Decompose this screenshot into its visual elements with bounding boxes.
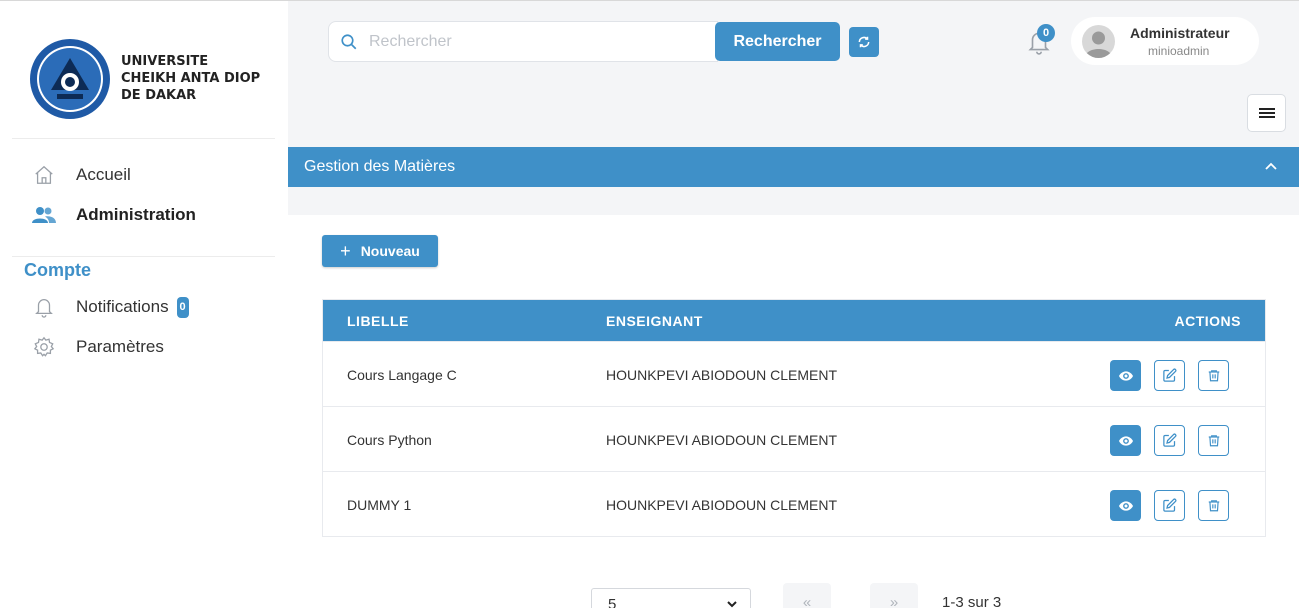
nav-label-parametres: Paramètres xyxy=(76,337,164,356)
user-name: Administrateur xyxy=(1130,25,1230,41)
section-title-compte: Compte xyxy=(24,260,91,280)
trash-icon xyxy=(1208,370,1219,382)
search-button[interactable]: Rechercher xyxy=(715,22,840,61)
hamburger-icon xyxy=(1258,108,1275,118)
edit-icon xyxy=(1163,368,1177,382)
home-icon xyxy=(32,163,56,187)
new-button[interactable]: + Nouveau xyxy=(322,235,438,267)
cell-enseignant: HOUNKPEVI ABIODOUN CLEMENT xyxy=(606,497,838,513)
trash-icon xyxy=(1208,435,1219,447)
table-row: Cours Python HOUNKPEVI ABIODOUN CLEMENT xyxy=(323,406,1265,471)
sidebar-divider xyxy=(12,256,275,257)
nav-item-accueil[interactable]: Accueil xyxy=(32,163,131,187)
delete-button[interactable] xyxy=(1198,360,1229,391)
view-button[interactable] xyxy=(1110,425,1141,456)
menu-button[interactable] xyxy=(1247,94,1286,132)
notification-count-badge: 0 xyxy=(1037,24,1055,42)
delete-button[interactable] xyxy=(1198,490,1229,521)
page-size-select[interactable]: 5 xyxy=(591,588,751,608)
nav-label-notifications: Notifications xyxy=(76,297,169,316)
nav-item-administration[interactable]: Administration xyxy=(32,203,196,227)
column-header-enseignant: ENSEIGNANT xyxy=(606,313,703,329)
edit-button[interactable] xyxy=(1154,425,1185,456)
cell-libelle: Cours Python xyxy=(347,432,432,448)
subjects-table: LIBELLE ENSEIGNANT ACTIONS Cours Langage… xyxy=(322,299,1266,537)
logo-area: UNIVERSITE CHEIKH ANTA DIOP DE DAKAR xyxy=(12,1,275,139)
refresh-icon xyxy=(858,36,870,48)
new-button-label: Nouveau xyxy=(360,243,420,259)
user-login: minioadmin xyxy=(1148,44,1210,58)
nav-label-accueil: Accueil xyxy=(76,165,131,184)
nav-item-parametres[interactable]: Paramètres xyxy=(32,335,164,359)
trash-icon xyxy=(1208,500,1219,512)
sidebar: UNIVERSITE CHEIKH ANTA DIOP DE DAKAR Acc… xyxy=(0,1,288,608)
notifications-badge: 0 xyxy=(176,296,189,318)
pagination-info: 1-3 sur 3 xyxy=(942,594,1002,608)
nav-item-notifications[interactable]: Notifications 0 xyxy=(32,295,189,319)
eye-icon xyxy=(1118,500,1133,511)
main-content: Rechercher 0 Administrateur minioadmin G… xyxy=(288,1,1299,608)
cell-libelle: DUMMY 1 xyxy=(347,497,412,513)
section-header[interactable]: Gestion des Matières xyxy=(288,147,1299,187)
next-page-button[interactable]: » xyxy=(870,583,918,608)
table-row: DUMMY 1 HOUNKPEVI ABIODOUN CLEMENT xyxy=(323,471,1265,536)
search-input[interactable] xyxy=(369,32,699,51)
table-header: LIBELLE ENSEIGNANT ACTIONS xyxy=(323,300,1265,341)
view-button[interactable] xyxy=(1110,360,1141,391)
edit-button[interactable] xyxy=(1154,490,1185,521)
search-icon xyxy=(329,22,369,62)
column-header-actions: ACTIONS xyxy=(1174,313,1241,329)
avatar xyxy=(1082,25,1115,58)
cell-enseignant: HOUNKPEVI ABIODOUN CLEMENT xyxy=(606,367,838,383)
column-header-libelle: LIBELLE xyxy=(347,313,409,329)
university-name-line-3: DE DAKAR xyxy=(121,88,197,103)
chevron-up-icon[interactable] xyxy=(1263,159,1279,175)
user-menu[interactable]: Administrateur minioadmin xyxy=(1071,17,1259,65)
bell-icon xyxy=(32,295,56,319)
nav-label-administration: Administration xyxy=(76,205,196,224)
plus-icon: + xyxy=(340,240,351,261)
edit-icon xyxy=(1163,498,1177,512)
university-logo xyxy=(30,39,110,119)
delete-button[interactable] xyxy=(1198,425,1229,456)
cell-libelle: Cours Langage C xyxy=(347,367,457,383)
refresh-button[interactable] xyxy=(849,27,879,57)
search-box xyxy=(328,21,718,62)
section-title: Gestion des Matières xyxy=(304,158,456,175)
edit-button[interactable] xyxy=(1154,360,1185,391)
table-row: Cours Langage C HOUNKPEVI ABIODOUN CLEME… xyxy=(323,341,1265,406)
university-name: UNIVERSITE CHEIKH ANTA DIOP DE DAKAR xyxy=(121,53,260,104)
edit-icon xyxy=(1163,433,1177,447)
chevron-down-icon xyxy=(727,601,737,608)
cell-enseignant: HOUNKPEVI ABIODOUN CLEMENT xyxy=(606,432,838,448)
prev-page-button[interactable]: « xyxy=(783,583,831,608)
university-name-line-2: CHEIKH ANTA DIOP xyxy=(121,71,261,86)
page-size-value: 5 xyxy=(608,596,617,608)
eye-icon xyxy=(1118,435,1133,446)
gear-icon xyxy=(32,335,56,359)
view-button[interactable] xyxy=(1110,490,1141,521)
users-icon xyxy=(32,203,56,227)
eye-icon xyxy=(1118,370,1133,381)
university-name-line-1: UNIVERSITE xyxy=(121,54,209,69)
